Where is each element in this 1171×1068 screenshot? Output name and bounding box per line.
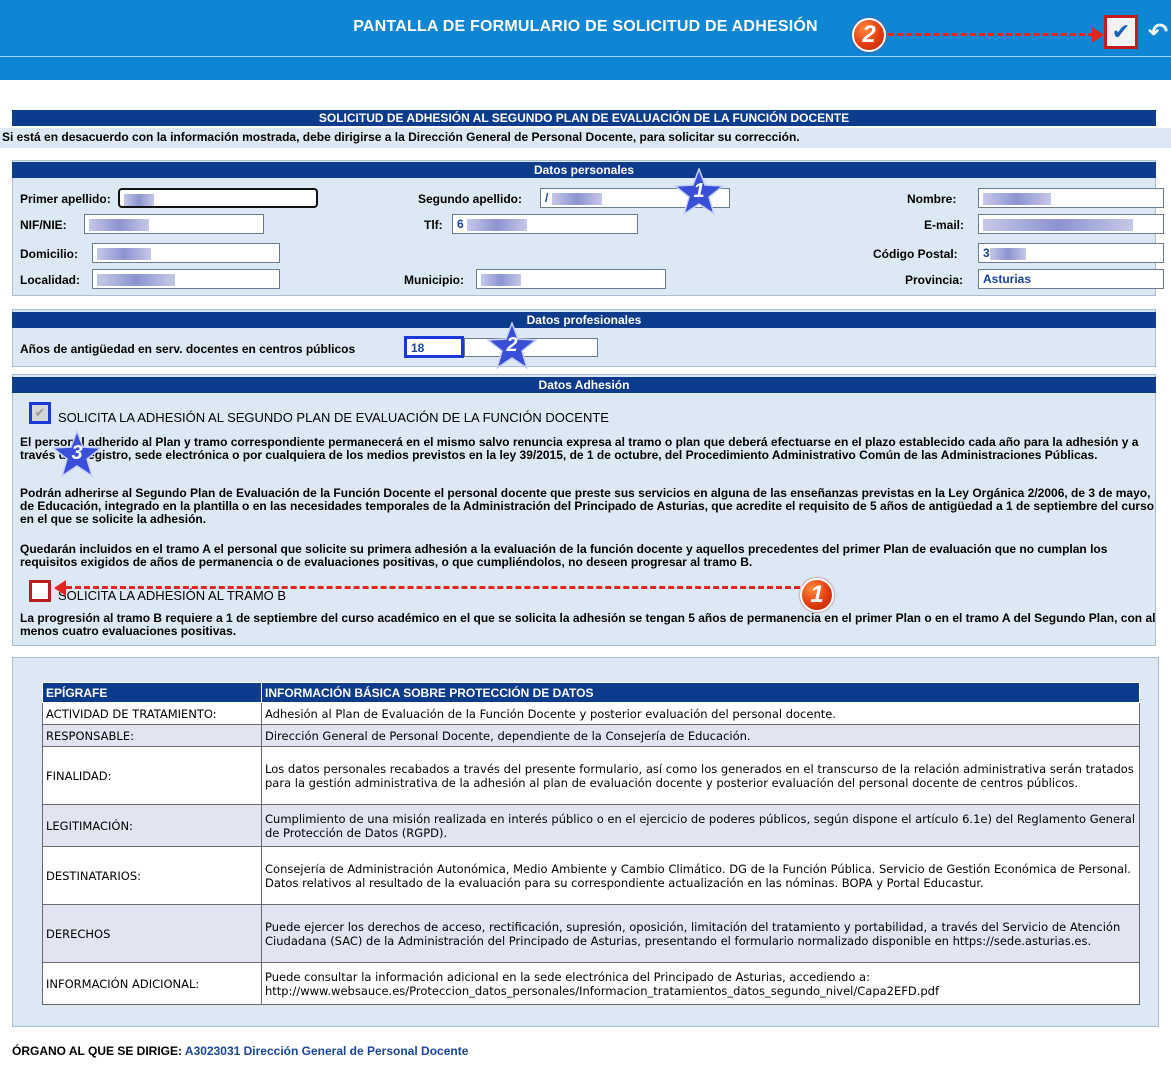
adhesion-paragraph-1: El personal adherido al Plan y tramo cor… <box>20 435 1139 462</box>
redacted-value <box>551 192 602 205</box>
tramo-b-label: SOLICITA LA ADHESIÓN AL TRAMO B <box>58 588 287 603</box>
redacted-value <box>481 273 521 286</box>
adhesion-plan-label: SOLICITA LA ADHESIÓN AL SEGUNDO PLAN DE … <box>58 410 609 425</box>
table-row: ACTIVIDAD DE TRATAMIENTO: Adhesión al Pl… <box>42 702 1140 725</box>
redacted-value <box>983 218 1133 231</box>
redacted-value <box>97 273 175 286</box>
provincia-field[interactable]: Asturias <box>978 269 1164 289</box>
table-header-info: INFORMACIÓN BÁSICA SOBRE PROTECCIÓN DE D… <box>261 682 1140 703</box>
callout-2-arrow <box>888 33 1094 36</box>
email-label: E-mail: <box>924 218 965 232</box>
nif-field[interactable] <box>84 214 264 234</box>
domicilio-label: Domicilio: <box>20 247 79 261</box>
municipio-label: Municipio: <box>404 273 464 287</box>
top-toolbar: PANTALLA DE FORMULARIO DE SOLICITUD DE A… <box>0 0 1171 80</box>
domicilio-field[interactable] <box>92 243 280 263</box>
recipient-value: A3023031 Dirección General de Personal D… <box>184 1044 469 1058</box>
redacted-value <box>983 192 1051 205</box>
save-button[interactable]: ✔ <box>1104 15 1138 49</box>
nombre-field[interactable] <box>978 188 1164 208</box>
table-row: FINALIDAD: Los datos personales recabado… <box>42 746 1140 805</box>
adhesion-paragraph-3: Quedarán incluidos en el tramo A el pers… <box>20 542 1108 569</box>
adhesion-heading: Datos Adhesión <box>12 377 1156 393</box>
step-star-3: 3 <box>50 428 104 478</box>
table-row: DESTINATARIOS: Consejería de Administrac… <box>42 846 1140 905</box>
segundo-apellido-label: Segundo apellido: <box>418 192 522 206</box>
undo-icon: ↶ <box>1147 18 1169 46</box>
antiguedad-field[interactable]: 18 <box>404 336 464 358</box>
tlf-label: Tlf: <box>424 218 443 232</box>
recipient-body: ÓRGANO AL QUE SE DIRIGE: A3023031 Direcc… <box>12 1044 468 1058</box>
adhesion-paragraph-4: La progresión al tramo B requiere a 1 de… <box>20 611 1156 638</box>
correction-notice: Si está en desacuerdo con la información… <box>0 128 1171 148</box>
codigo-postal-label: Código Postal: <box>873 247 958 261</box>
email-field[interactable] <box>978 214 1164 234</box>
tramo-b-checkbox[interactable] <box>29 580 51 602</box>
tlf-field[interactable]: 6 <box>452 214 638 234</box>
redacted-value <box>97 247 151 260</box>
callout-1-arrow <box>66 586 800 589</box>
form-title: SOLICITUD DE ADHESIÓN AL SEGUNDO PLAN DE… <box>12 110 1156 126</box>
undo-button[interactable]: ↶ <box>1141 15 1171 49</box>
callout-2-badge: 2 <box>852 18 886 52</box>
step-star-2: 2 <box>485 320 539 370</box>
table-row: RESPONSABLE: Dirección General de Person… <box>42 724 1140 747</box>
redacted-value <box>467 218 528 231</box>
redacted-value <box>89 218 149 231</box>
callout-1-arrowhead <box>54 580 66 596</box>
callout-1-badge: 1 <box>800 578 834 612</box>
municipio-field[interactable] <box>476 269 666 289</box>
primer-apellido-field[interactable] <box>118 188 318 208</box>
localidad-field[interactable] <box>92 269 280 289</box>
professional-data-heading: Datos profesionales <box>12 312 1156 328</box>
redacted-value <box>124 193 154 206</box>
adhesion-paragraph-2: Podrán adherirse al Segundo Plan de Eval… <box>20 486 1155 526</box>
table-row: LEGITIMACIÓN: Cumplimiento de una misión… <box>42 804 1140 847</box>
table-row: DERECHOS Puede ejercer los derechos de a… <box>42 904 1140 963</box>
recipient-label: ÓRGANO AL QUE SE DIRIGE: <box>12 1044 183 1058</box>
adhesion-plan-checkbox[interactable]: ✔ <box>29 402 51 424</box>
data-protection-table: EPÍGRAFE INFORMACIÓN BÁSICA SOBRE PROTEC… <box>42 682 1140 1005</box>
redacted-value <box>989 247 1026 260</box>
personal-data-heading: Datos personales <box>12 162 1156 178</box>
nif-label: NIF/NIE: <box>20 218 67 232</box>
antiguedad-label: Años de antigüedad en serv. docentes en … <box>20 342 356 356</box>
table-row: INFORMACIÓN ADICIONAL: Puede consultar l… <box>42 962 1140 1005</box>
table-header-epigrafe: EPÍGRAFE <box>42 682 262 703</box>
nombre-label: Nombre: <box>907 192 957 206</box>
provincia-label: Provincia: <box>905 273 964 287</box>
localidad-label: Localidad: <box>20 273 81 287</box>
codigo-postal-field[interactable]: 3 <box>978 243 1164 263</box>
primer-apellido-label: Primer apellido: <box>20 192 111 206</box>
toolbar-divider <box>0 56 1171 57</box>
step-star-1: 1 <box>672 166 726 216</box>
check-icon: ✔ <box>1111 19 1131 44</box>
callout-2-arrowhead <box>1092 27 1104 43</box>
